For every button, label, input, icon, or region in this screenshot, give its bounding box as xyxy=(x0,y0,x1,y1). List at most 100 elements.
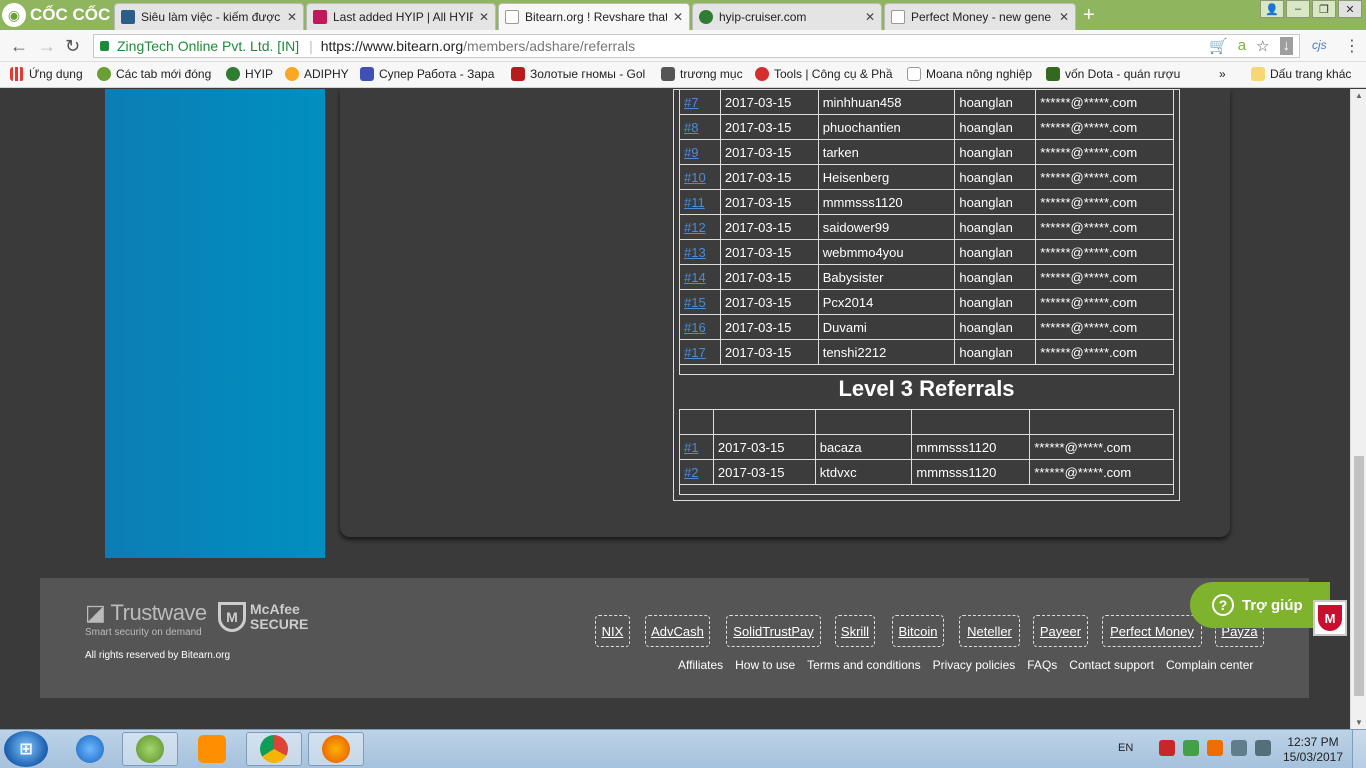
download-icon[interactable]: ↓ xyxy=(1279,37,1293,55)
bookmark-truong-muc[interactable]: trương mục xyxy=(661,67,743,81)
page-scrollbar[interactable]: ▲ ▼ xyxy=(1350,89,1366,729)
referral-number-link[interactable]: #9 xyxy=(684,145,698,160)
tab-close-icon[interactable]: ✕ xyxy=(865,10,875,24)
bookmark-super-rabota[interactable]: Супер Работа - Зарабо xyxy=(360,67,495,81)
bookmark-moana[interactable]: Moana nông nghiệp xyxy=(907,67,1032,81)
referral-number-link[interactable]: #12 xyxy=(684,220,706,235)
bookmark-apps[interactable]: Ứng dụng xyxy=(10,67,83,81)
scroll-thumb[interactable] xyxy=(1354,456,1364,696)
network-share-icon[interactable] xyxy=(1183,740,1200,756)
translate-icon[interactable]: a xyxy=(1238,37,1246,55)
tab-close-icon[interactable]: ✕ xyxy=(1059,10,1069,24)
payment-neteller[interactable]: Neteller xyxy=(959,615,1020,647)
tab-close-icon[interactable]: ✕ xyxy=(673,10,683,24)
user-icon[interactable]: 👤 xyxy=(1260,0,1284,18)
payment-perfect-money[interactable]: Perfect Money xyxy=(1102,615,1202,647)
restore-button[interactable]: ❐ xyxy=(1312,0,1336,18)
volume-icon[interactable] xyxy=(1255,740,1272,756)
referral-number-link[interactable]: #7 xyxy=(684,95,698,110)
address-bar[interactable]: ZingTech Online Pvt. Ltd. [IN] | https:/… xyxy=(93,34,1300,58)
ref-username: bacaza xyxy=(819,439,862,455)
mcafee-secure-text: SECURE xyxy=(250,616,309,632)
tab-4[interactable]: Perfect Money - new gene ✕ xyxy=(884,3,1076,30)
show-desktop-button[interactable] xyxy=(1352,730,1366,768)
level3-referrals-table: #1 2017-03-15 bacaza mmmsss1120 ******@*****… xyxy=(679,409,1174,495)
footer-link-complain[interactable]: Complain center xyxy=(1166,658,1253,672)
bookmark-tools[interactable]: Tools | Công cụ & Phầ xyxy=(755,67,893,81)
bookmarks-more[interactable]: » xyxy=(1219,67,1226,81)
payment-skrill[interactable]: Skrill xyxy=(835,615,875,647)
payment-bitcoin[interactable]: Bitcoin xyxy=(892,615,944,647)
taskbar-ie[interactable] xyxy=(62,732,118,766)
ref-date-cell: 2017-03-15 xyxy=(712,459,816,485)
referral-number-link[interactable]: #8 xyxy=(684,120,698,135)
referral-number-link[interactable]: #2 xyxy=(684,465,698,480)
payment-payeer[interactable]: Payeer xyxy=(1033,615,1088,647)
ref-link-cell: #1 xyxy=(679,434,714,460)
referral-number-link[interactable]: #10 xyxy=(684,170,706,185)
help-button[interactable]: ? Trợ giúp xyxy=(1190,582,1330,628)
app-tray-icon[interactable] xyxy=(1207,740,1224,756)
tab-favicon-icon xyxy=(505,10,519,24)
new-tab-button[interactable]: + xyxy=(1083,4,1095,27)
address-bar-icons: 🛒 a ☆ ↓ xyxy=(1209,37,1293,55)
close-window-button[interactable]: ✕ xyxy=(1338,0,1362,18)
ref-link-cell: #2 xyxy=(679,459,714,485)
ref-upline-cell: hoanglan xyxy=(954,314,1037,340)
ref-username-cell: tenshi2212 xyxy=(817,339,956,365)
footer-link-how-to-use[interactable]: How to use xyxy=(735,658,795,672)
footer-link-privacy[interactable]: Privacy policies xyxy=(933,658,1016,672)
tab-3[interactable]: hyip-cruiser.com ✕ xyxy=(692,3,882,30)
tab-2-active[interactable]: Bitearn.org ! Revshare that ✕ xyxy=(498,3,690,30)
extension-label[interactable]: cjs xyxy=(1312,38,1327,52)
taskbar-coccoc[interactable] xyxy=(122,732,178,766)
tab-close-icon[interactable]: ✕ xyxy=(287,10,297,24)
scroll-up-icon[interactable]: ▲ xyxy=(1355,91,1363,100)
referral-number-link[interactable]: #16 xyxy=(684,320,706,335)
payment-nix[interactable]: NIX xyxy=(595,615,630,647)
clock[interactable]: 12:37 PM 15/03/2017 xyxy=(1278,735,1348,765)
bookmark-adiphy[interactable]: ADIPHY xyxy=(285,67,349,81)
bookmark-other[interactable]: Dấu trang khác xyxy=(1251,67,1351,81)
tab-favicon-icon xyxy=(313,10,327,24)
footer-link-contact[interactable]: Contact support xyxy=(1069,658,1154,672)
scroll-down-icon[interactable]: ▼ xyxy=(1355,718,1363,727)
referral-number-link[interactable]: #1 xyxy=(684,440,698,455)
menu-icon[interactable]: ⋮ xyxy=(1344,36,1360,56)
tab-1[interactable]: Last added HYIP | All HYIP ✕ xyxy=(306,3,496,30)
footer-link-faqs[interactable]: FAQs xyxy=(1027,658,1057,672)
bookmark-gnomes[interactable]: Золотые гномы - Gol xyxy=(511,67,646,81)
language-indicator[interactable]: EN xyxy=(1118,742,1133,754)
taskbar-firefox[interactable] xyxy=(308,732,364,766)
referral-number-link[interactable]: #14 xyxy=(684,270,706,285)
tab-0[interactable]: Siêu làm việc - kiếm được ✕ xyxy=(114,3,304,30)
mcafee-badge[interactable]: M xyxy=(1313,600,1347,636)
bookmark-closed-tabs[interactable]: Các tab mới đóng xyxy=(97,67,211,81)
reload-icon[interactable]: ↻ xyxy=(65,36,80,57)
ref-email-cell: ******@*****.com xyxy=(1035,114,1174,140)
cart-icon[interactable]: 🛒 xyxy=(1209,37,1228,55)
taskbar-media[interactable] xyxy=(184,732,240,766)
bookmark-dota[interactable]: vốn Dota - quán rượu xyxy=(1046,67,1186,81)
table-header-row xyxy=(679,409,1174,435)
monitor-icon[interactable] xyxy=(1231,740,1248,756)
footer-link-affiliates[interactable]: Affiliates xyxy=(678,658,723,672)
forward-icon[interactable]: → xyxy=(38,36,56,57)
referral-number-link[interactable]: #11 xyxy=(684,195,705,210)
payment-advcash[interactable]: AdvCash xyxy=(645,615,710,647)
referral-number-link[interactable]: #17 xyxy=(684,345,706,360)
back-icon[interactable]: ← xyxy=(10,36,28,57)
footer-link-terms[interactable]: Terms and conditions xyxy=(807,658,920,672)
payment-solidtrustpay[interactable]: SolidTrustPay xyxy=(726,615,821,647)
referral-number-link[interactable]: #13 xyxy=(684,245,706,260)
coccoc-logo-icon: ◉ xyxy=(2,3,26,27)
minimize-button[interactable]: – xyxy=(1286,0,1310,18)
taskbar-chrome[interactable] xyxy=(246,732,302,766)
coccoc-logo[interactable]: ◉ CỐC CỐC xyxy=(2,2,110,28)
bookmark-hyip[interactable]: HYIP xyxy=(226,67,273,81)
tab-close-icon[interactable]: ✕ xyxy=(479,10,489,24)
referral-number-link[interactable]: #15 xyxy=(684,295,706,310)
start-button[interactable]: ⊞ xyxy=(4,731,48,767)
star-icon[interactable]: ☆ xyxy=(1256,37,1269,55)
antivirus-icon[interactable] xyxy=(1159,740,1176,756)
